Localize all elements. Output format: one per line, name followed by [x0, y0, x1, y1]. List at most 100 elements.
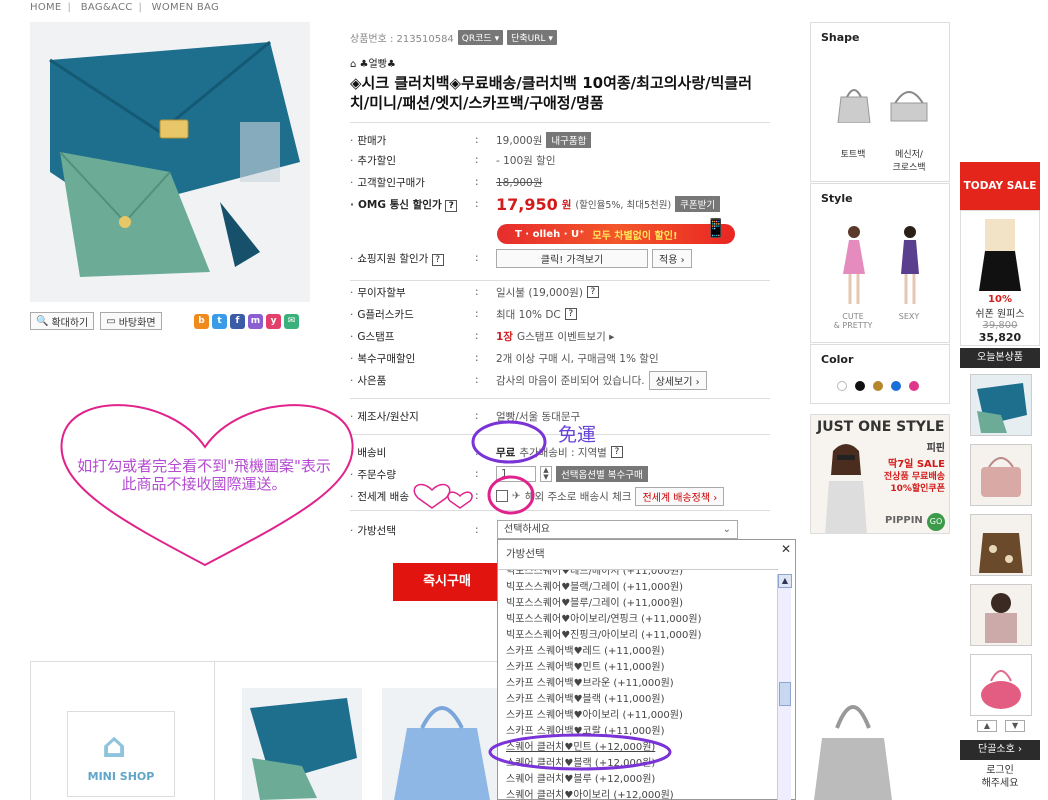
- related-product-3[interactable]: [812, 688, 894, 800]
- email-share-icon[interactable]: ✉: [284, 314, 299, 329]
- color-swatches: [833, 381, 923, 394]
- pippin-ad-banner[interactable]: JUST ONE STYLE 피핀 딱7일 SALE 전상품 무료배송 10%할…: [810, 414, 950, 534]
- seller-brand[interactable]: ⌂ ♣얼빵♣: [350, 55, 396, 70]
- list-item[interactable]: 스퀘어 클러치♥블루 (+12,000원): [498, 772, 778, 788]
- detail-button[interactable]: 상세보기 ›: [648, 370, 707, 390]
- login-prompt[interactable]: 로그인 해주세요: [960, 764, 1040, 790]
- list-item[interactable]: 빅포스스퀘어♥블랙/그레이 (+11,000원): [498, 580, 778, 596]
- shape-tote-label[interactable]: 토트백: [825, 147, 881, 160]
- color-brown-swatch[interactable]: [873, 381, 883, 391]
- tote-bag-icon[interactable]: [837, 83, 871, 124]
- related-product-2[interactable]: [382, 688, 502, 800]
- recent-item-5[interactable]: [970, 654, 1032, 716]
- scroll-thumb[interactable]: [779, 682, 791, 706]
- shape-messenger-label[interactable]: 메신저/ 크로스백: [881, 147, 937, 173]
- option-scrollbar[interactable]: ▲: [777, 574, 792, 800]
- stamp-event-link[interactable]: G스탬프 이벤트보기 ▸: [517, 329, 614, 344]
- worldwide-checkbox[interactable]: [496, 490, 508, 502]
- list-item[interactable]: 빅포스스퀘어♥레드/베이지 (+11,000원): [498, 570, 778, 580]
- row-extra-discount: 추가할인: - 100원 할인: [350, 150, 770, 170]
- monitor-icon: ▭: [106, 315, 116, 327]
- list-item[interactable]: 스카프 스퀘어백♥민트 (+11,000원): [498, 660, 778, 676]
- style-sexy-figure[interactable]: [895, 224, 925, 308]
- list-item[interactable]: 빅포스스퀘어♥아이보리/연핑크 (+11,000원): [498, 612, 778, 628]
- apply-button[interactable]: 적용 ›: [652, 248, 692, 268]
- twitter-share-icon[interactable]: t: [212, 314, 227, 329]
- row-gift: 사은품: 감사의 마음이 준비되어 있습니다.상세보기 ›: [350, 370, 770, 390]
- list-item[interactable]: 빅포스스퀘어♥진핑크/아이보리 (+11,000원): [498, 628, 778, 644]
- list-item[interactable]: 빅포스스퀘어♥블루/그레이 (+11,000원): [498, 596, 778, 612]
- related-product-1[interactable]: [242, 688, 362, 800]
- quantity-input[interactable]: 1: [496, 466, 536, 482]
- color-pink-swatch[interactable]: [909, 381, 919, 391]
- help-icon[interactable]: ?: [445, 199, 458, 212]
- list-item[interactable]: 스카프 스퀘어백♥코랄 (+11,000원): [498, 724, 778, 740]
- recent-item-3[interactable]: [970, 514, 1032, 576]
- minishop-button[interactable]: ⌂ MINI SHOP: [67, 711, 175, 797]
- quantity-stepper[interactable]: ▲ ▼: [540, 466, 552, 482]
- coupon-button[interactable]: 쿠폰받기: [675, 196, 721, 212]
- recent-item-2[interactable]: [970, 444, 1032, 506]
- worldwide-policy-button[interactable]: 전세계 배송정책 ›: [635, 486, 725, 506]
- yozm-share-icon[interactable]: y: [266, 314, 281, 329]
- style-sexy-label[interactable]: SEXY: [881, 312, 937, 321]
- color-blue-swatch[interactable]: [891, 381, 901, 391]
- zoom-label: 확대하기: [51, 317, 89, 329]
- annotation-free-shipping: 免運: [558, 424, 597, 446]
- recent-prev-button[interactable]: ▲: [976, 720, 997, 732]
- facebook-share-icon[interactable]: f: [230, 314, 245, 329]
- qr-code-chip[interactable]: QR코드 ▾: [457, 30, 504, 45]
- me2day-share-icon[interactable]: m: [248, 314, 263, 329]
- durable-badge[interactable]: 내구품합: [546, 132, 592, 148]
- share-icons: b t f m y ✉: [194, 314, 299, 329]
- style-cute-figure[interactable]: [839, 224, 869, 308]
- color-black-swatch[interactable]: [855, 381, 865, 391]
- bag-select-dropdown[interactable]: 선택하세요 ⌄: [497, 520, 738, 539]
- bag-option-panel: 가방선택 ✕ 빅포스스퀘어♥레드/베이지 (+11,000원) 빅포스스퀘어♥블…: [497, 539, 796, 800]
- buy-now-button[interactable]: 즉시구매: [393, 563, 501, 601]
- list-item[interactable]: 스퀘어 클러치♥민트 (+12,000원): [498, 740, 778, 756]
- telecom-promo-banner[interactable]: T · olleh · U⁺ 모두 차별없이 할인! 📱: [497, 218, 735, 244]
- wallpaper-label: 바탕화면: [118, 317, 156, 329]
- row-gplus-card: G플러스카드: 최대 10% DC?: [350, 304, 770, 324]
- recent-next-button[interactable]: ▼: [1005, 720, 1026, 732]
- list-item[interactable]: 스카프 스퀘어백♥레드 (+11,000원): [498, 644, 778, 660]
- option-list: 빅포스스퀘어♥레드/베이지 (+11,000원) 빅포스스퀘어♥블랙/그레이 (…: [498, 569, 778, 800]
- help-icon[interactable]: ?: [610, 446, 623, 458]
- multi-buy-button[interactable]: 선택옵션별 복수구매: [556, 466, 648, 482]
- breadcrumb-subcategory[interactable]: WOMEN BAG: [152, 2, 219, 13]
- shape-filter-box: Shape 토트백 메신저/ 크로스백: [810, 22, 950, 182]
- list-item[interactable]: 스퀘어 클러치♥아이보리 (+12,000원): [498, 788, 778, 800]
- row-gstamp: G스탬프: 1장G스탬프 이벤트보기 ▸: [350, 326, 770, 346]
- style-cute-label[interactable]: CUTE & PRETTY: [825, 312, 881, 330]
- list-item[interactable]: 스카프 스퀘어백♥브라운 (+11,000원): [498, 676, 778, 692]
- list-item[interactable]: 스카프 스퀘어백♥아이보리 (+11,000원): [498, 708, 778, 724]
- favorite-shop-header[interactable]: 단골소호 ›: [960, 740, 1040, 760]
- today-sale-item[interactable]: 10% 쉬폰 원피스 39,800 35,820: [960, 210, 1040, 346]
- breadcrumb-category[interactable]: BAG&ACC: [81, 2, 133, 13]
- color-filter-box: Color: [810, 344, 950, 404]
- zoom-button[interactable]: 🔍 확대하기: [30, 312, 95, 330]
- recent-item-1[interactable]: [970, 374, 1032, 436]
- product-number-line: 상품번호 : 213510584 QR코드 ▾ 단축URL ▾: [350, 30, 557, 45]
- shop-house-icon: ⌂: [102, 726, 127, 766]
- list-item[interactable]: 스퀘어 클러치♥블랙 (+12,000원): [498, 756, 778, 772]
- list-item[interactable]: 스카프 스퀘어백♥블랙 (+11,000원): [498, 692, 778, 708]
- help-icon[interactable]: ?: [586, 286, 599, 298]
- color-white-swatch[interactable]: [837, 381, 847, 391]
- check-price-button[interactable]: 클릭! 가격보기: [496, 248, 648, 268]
- help-icon[interactable]: ?: [564, 308, 577, 320]
- ad-go-button[interactable]: GO: [927, 513, 945, 531]
- breadcrumb-home[interactable]: HOME: [30, 2, 62, 13]
- scroll-up-icon[interactable]: ▲: [778, 574, 792, 588]
- today-sale-header: TODAY SALE: [960, 162, 1040, 210]
- messenger-bag-icon[interactable]: [889, 83, 929, 122]
- close-icon[interactable]: ✕: [781, 542, 791, 556]
- blog-share-icon[interactable]: b: [194, 314, 209, 329]
- product-main-image[interactable]: [30, 22, 310, 302]
- wallpaper-button[interactable]: ▭ 바탕화면: [100, 312, 162, 330]
- help-icon[interactable]: ?: [431, 253, 444, 266]
- recent-item-4[interactable]: [970, 584, 1032, 646]
- short-url-chip[interactable]: 단축URL ▾: [507, 30, 557, 45]
- shape-title: Shape: [821, 31, 860, 44]
